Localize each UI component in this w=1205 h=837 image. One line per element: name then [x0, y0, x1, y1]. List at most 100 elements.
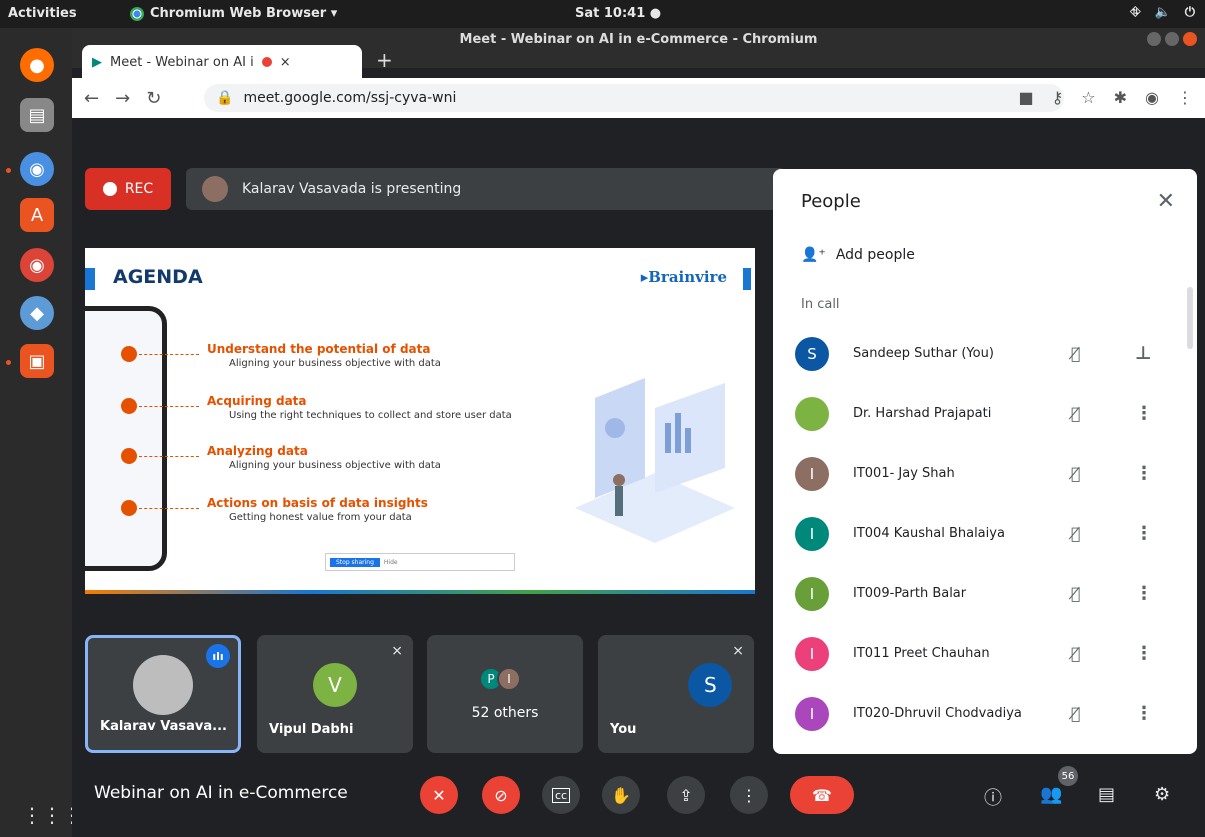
meeting-details-icon[interactable]: ⓘ — [984, 784, 1002, 810]
star-icon[interactable]: ☆ — [1081, 88, 1095, 107]
profile-icon[interactable]: ◉ — [1145, 88, 1159, 107]
add-people-button[interactable]: 👤⁺ Add people — [801, 247, 915, 263]
avatar: I — [497, 667, 521, 691]
participant-tile-self[interactable]: ⨯ S You — [598, 635, 754, 753]
power-icon: ⏻ — [1184, 5, 1195, 20]
activities-button[interactable]: Activities — [8, 6, 77, 21]
clock[interactable]: Sat 10:41 ● — [575, 6, 661, 21]
url-field[interactable]: 🔒 meet.google.com/ssj-cyva-wni — [204, 84, 1064, 112]
close-window-button[interactable] — [1183, 32, 1197, 46]
mic-off-icon: 🎙̸ — [1071, 704, 1081, 723]
screen-share-bar: Stop sharing Hide — [325, 553, 515, 571]
lock-icon: 🔒 — [216, 90, 234, 106]
activities-icon[interactable]: ⚙ — [1154, 784, 1170, 805]
agenda-bullet-icon — [121, 398, 137, 414]
participant-tile[interactable]: ⨯ V Vipul Dabhi — [257, 635, 413, 753]
pin-icon[interactable]: ⊥ — [1135, 343, 1151, 364]
browser-tab[interactable]: ▶ Meet - Webinar on AI i × — [82, 45, 362, 79]
agenda-item-sub: Using the right techniques to collect an… — [229, 410, 512, 421]
mic-off-icon: 🎙̸ — [1071, 344, 1081, 363]
panel-scrollbar[interactable] — [1187, 287, 1193, 349]
camera-off-button[interactable]: ⊘ — [482, 776, 520, 814]
mic-off-icon: 🎙̸ — [1071, 464, 1081, 483]
hide-share-bar-button[interactable]: Hide — [384, 559, 398, 566]
panel-title: People — [801, 191, 861, 212]
add-people-label: Add people — [835, 247, 915, 263]
reload-icon[interactable]: ↻ — [146, 88, 161, 109]
screenshot-icon[interactable]: ▣ — [20, 344, 54, 378]
participant-name: IT004 Kaushal Bhalaiya — [853, 526, 1005, 541]
leave-call-button[interactable]: ☎ — [790, 776, 854, 814]
software-center-icon[interactable]: A — [20, 198, 54, 232]
captions-button[interactable]: cc — [542, 776, 580, 814]
forward-icon[interactable]: → — [115, 88, 130, 109]
more-options-icon[interactable]: ⋮ — [1135, 403, 1153, 424]
connector-line — [139, 456, 199, 457]
virtualbox-icon[interactable]: ◆ — [20, 296, 54, 330]
agenda-item-sub: Aligning your business objective with da… — [229, 358, 441, 369]
more-options-icon[interactable]: ⋮ — [1135, 463, 1153, 484]
agenda-item-title: Analyzing data — [207, 444, 308, 458]
agenda-item-sub: Aligning your business objective with da… — [229, 460, 441, 471]
avatar: I — [795, 697, 829, 731]
app-menu[interactable]: Chromium Web Browser ▾ — [130, 6, 337, 21]
participant-tile-others[interactable]: P I 52 others — [427, 635, 583, 753]
back-icon[interactable]: ← — [84, 88, 99, 109]
participant-tile-presenter[interactable]: ılı Kalarav Vasava... — [85, 635, 241, 753]
maximize-button[interactable] — [1165, 32, 1179, 46]
more-options-icon[interactable]: ⋮ — [1135, 583, 1153, 604]
ubuntu-dock: ● ▤ ◉ A ◉ ◆ ▣ ⋮⋮⋮ — [0, 28, 82, 837]
tile-name: Kalarav Vasava... — [100, 719, 227, 734]
running-indicator — [6, 360, 11, 365]
minimize-button[interactable] — [1147, 32, 1161, 46]
brainvire-logo: ▸Brainvire — [640, 268, 727, 286]
more-options-icon[interactable]: ⋮ — [1135, 643, 1153, 664]
show-applications-icon[interactable]: ⋮⋮⋮ — [22, 803, 82, 833]
present-now-button[interactable]: ⇪ — [667, 776, 705, 814]
camera-icon[interactable]: ■ — [1018, 88, 1033, 107]
browser-menu-icon[interactable]: ⋮ — [1177, 88, 1193, 107]
more-options-button[interactable]: ⋮ — [730, 776, 768, 814]
chromium-icon — [130, 6, 144, 21]
raise-hand-button[interactable]: ✋ — [602, 776, 640, 814]
agenda-item-title: Acquiring data — [207, 394, 307, 408]
rec-label: REC — [124, 181, 154, 197]
chrome-dock-icon[interactable]: ◉ — [20, 248, 54, 282]
chat-icon[interactable]: ▤ — [1098, 784, 1115, 805]
participant-row: Dr. Harshad Prajapati 🎙̸ ⋮ — [795, 395, 1175, 435]
participant-row: S Sandeep Suthar (You) 🎙̸ ⊥ — [795, 335, 1175, 375]
more-options-icon[interactable]: ⋮ — [1135, 703, 1153, 724]
connector-line — [139, 508, 199, 509]
system-tray[interactable]: ⛗ 🔈 ⏻ — [1130, 5, 1195, 20]
new-tab-button[interactable]: + — [376, 48, 393, 72]
files-icon[interactable]: ▤ — [20, 98, 54, 132]
running-indicator — [6, 168, 11, 173]
extensions-icon[interactable]: ✱ — [1114, 88, 1127, 107]
more-vert-icon: ⋮ — [741, 785, 757, 805]
volume-icon: 🔈 — [1154, 5, 1171, 20]
presenting-banner: Kalarav Vasavada is presenting — [186, 168, 786, 210]
people-icon[interactable]: 👥 — [1040, 784, 1062, 805]
record-dot-icon — [102, 182, 117, 196]
tab-title: Meet - Webinar on AI i — [110, 54, 254, 70]
mic-off-icon: 🎙̸ — [1071, 524, 1081, 543]
firefox-icon[interactable]: ● — [20, 48, 54, 82]
tab-close-icon[interactable]: × — [280, 55, 291, 70]
recording-badge[interactable]: REC — [85, 168, 171, 210]
shared-screen: AGENDA ▸Brainvire Understand the potenti… — [85, 248, 755, 594]
slide-heading: AGENDA — [113, 266, 203, 288]
participant-name: Sandeep Suthar (You) — [853, 346, 994, 361]
agenda-item-title: Understand the potential of data — [207, 342, 431, 356]
avatar — [795, 397, 829, 431]
microphone-off-button[interactable]: ✕ — [420, 776, 458, 814]
tile-name: Vipul Dabhi — [269, 722, 354, 737]
mic-off-icon: ✕ — [432, 785, 446, 805]
key-icon[interactable]: ⚷ — [1052, 88, 1064, 107]
more-options-icon[interactable]: ⋮ — [1135, 523, 1153, 544]
avatar: I — [795, 517, 829, 551]
participant-name: Dr. Harshad Prajapati — [853, 406, 992, 421]
chromium-dock-icon[interactable]: ◉ — [20, 152, 54, 186]
hangup-icon: ☎ — [812, 785, 832, 805]
stop-sharing-button[interactable]: Stop sharing — [330, 557, 380, 567]
close-panel-icon[interactable]: ✕ — [1157, 189, 1175, 214]
